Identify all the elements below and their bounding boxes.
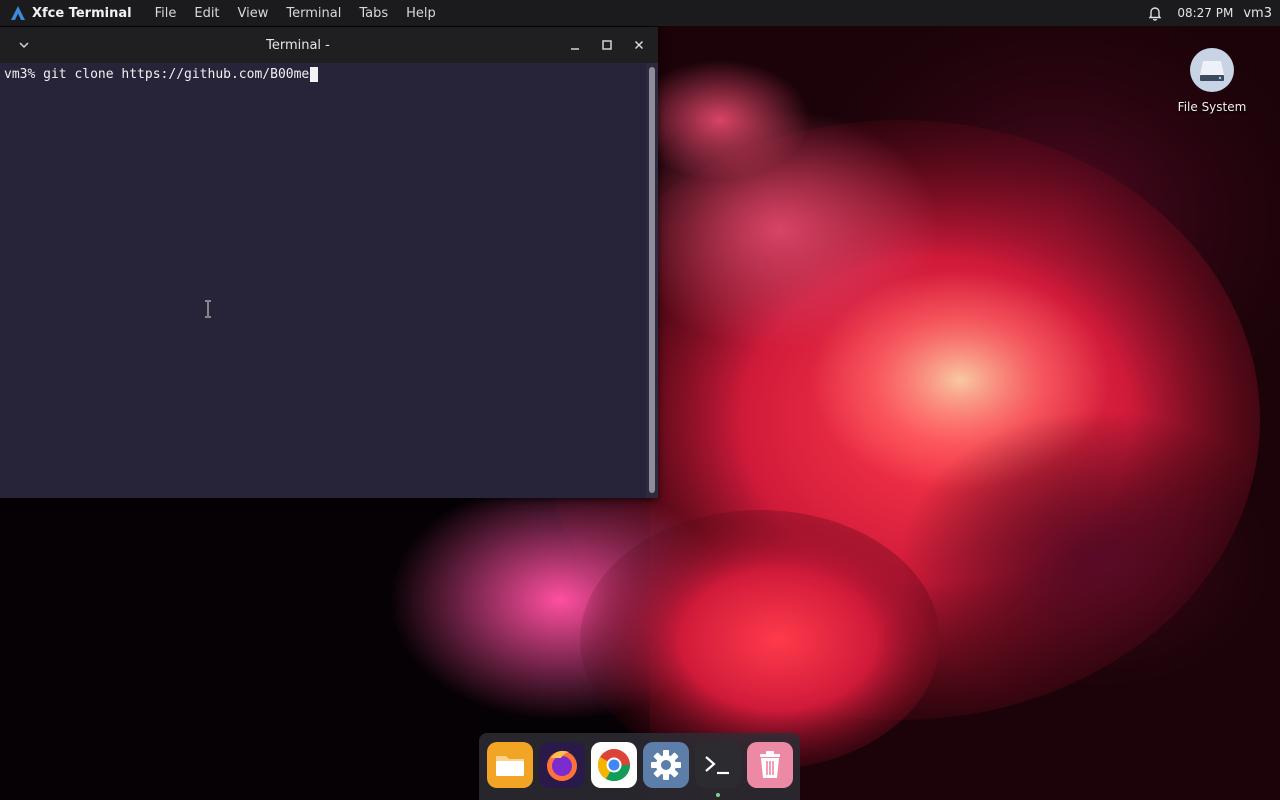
typed-command: git clone https://github.com/B00me — [43, 67, 310, 82]
dock-terminal-button[interactable] — [695, 742, 741, 788]
terminal-icon — [695, 742, 741, 788]
terminal-titlebar[interactable]: Terminal - — [0, 27, 658, 63]
dock — [479, 733, 800, 800]
desktop-icon-file-system[interactable]: File System — [1172, 48, 1252, 114]
command-line: vm3% git clone https://github.com/B00me — [4, 67, 319, 82]
shell-prompt: vm3% — [4, 67, 44, 82]
gear-icon — [643, 742, 689, 788]
top-panel: Xfce Terminal File Edit View Terminal Ta… — [0, 0, 1280, 26]
firefox-icon — [539, 742, 585, 788]
scrollbar-thumb[interactable] — [649, 67, 655, 493]
maximize-button[interactable] — [599, 37, 615, 53]
menu-edit[interactable]: Edit — [185, 6, 228, 21]
app-logo-icon[interactable] — [10, 5, 26, 21]
dock-chrome-button[interactable] — [591, 742, 637, 788]
terminal-running-indicator — [716, 793, 720, 797]
terminal-window[interactable]: Terminal - vm3% git clone https://github… — [0, 27, 658, 498]
desktop-icon-label: File System — [1177, 100, 1247, 114]
dock-firefox-button[interactable] — [539, 742, 585, 788]
trash-icon — [747, 742, 793, 788]
menu-tabs[interactable]: Tabs — [350, 6, 397, 21]
user-menu[interactable]: vm3 — [1243, 6, 1272, 21]
folder-icon — [487, 742, 533, 788]
minimize-button[interactable] — [567, 37, 583, 53]
terminal-scrollbar[interactable] — [646, 63, 658, 498]
menu-terminal[interactable]: Terminal — [277, 6, 350, 21]
notification-bell-icon[interactable] — [1147, 5, 1163, 21]
chrome-icon — [591, 742, 637, 788]
active-app-name: Xfce Terminal — [32, 5, 132, 21]
close-button[interactable] — [631, 37, 647, 53]
dock-files-button[interactable] — [487, 742, 533, 788]
drive-icon — [1190, 48, 1234, 92]
dock-trash-button[interactable] — [747, 742, 793, 788]
menu-help[interactable]: Help — [397, 6, 445, 21]
clock[interactable]: 08:27 PM — [1177, 6, 1233, 20]
menu-file[interactable]: File — [146, 6, 186, 21]
text-cursor — [310, 67, 319, 82]
window-title: Terminal - — [266, 37, 330, 53]
terminal-output[interactable]: vm3% git clone https://github.com/B00me — [0, 63, 645, 498]
dock-settings-button[interactable] — [643, 742, 689, 788]
menu-view[interactable]: View — [229, 6, 278, 21]
mouse-ibeam-cursor-icon — [205, 300, 211, 318]
